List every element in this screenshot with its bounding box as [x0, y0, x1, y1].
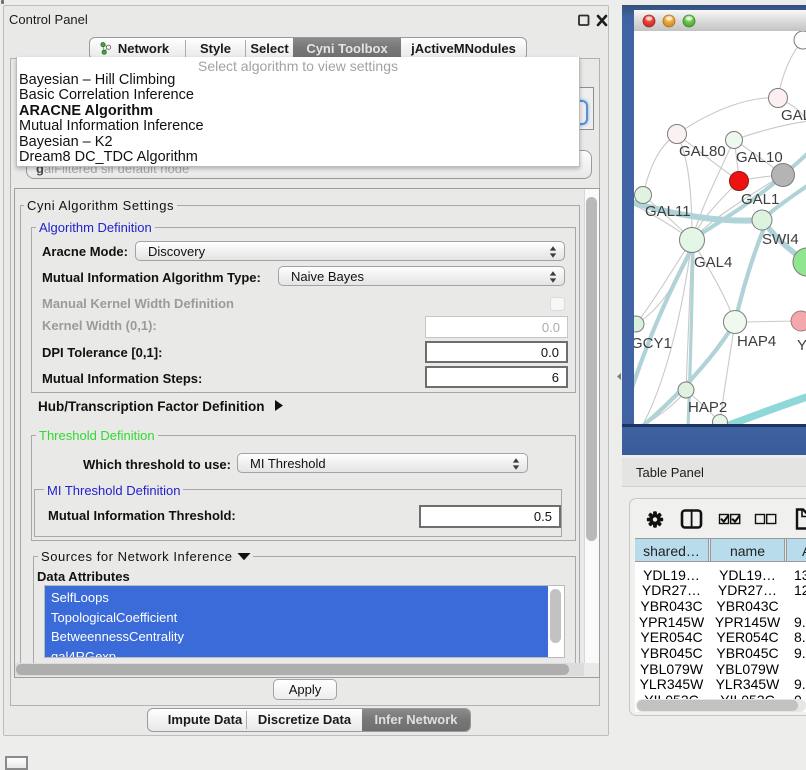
svg-text:HAP2: HAP2 — [688, 399, 727, 416]
svg-text:HAP4: HAP4 — [737, 333, 776, 350]
svg-text:GAL7: GAL7 — [781, 107, 806, 124]
svg-text:GAL4: GAL4 — [694, 254, 732, 271]
svg-text:SWI4: SWI4 — [762, 231, 799, 248]
svg-text:GCY1: GCY1 — [634, 335, 672, 352]
svg-text:GAL10: GAL10 — [736, 149, 783, 166]
svg-text:YD: YD — [797, 337, 806, 354]
svg-text:GAL11: GAL11 — [645, 203, 691, 220]
svg-text:GAL1: GAL1 — [741, 191, 779, 208]
svg-text:GAL80: GAL80 — [679, 143, 726, 160]
